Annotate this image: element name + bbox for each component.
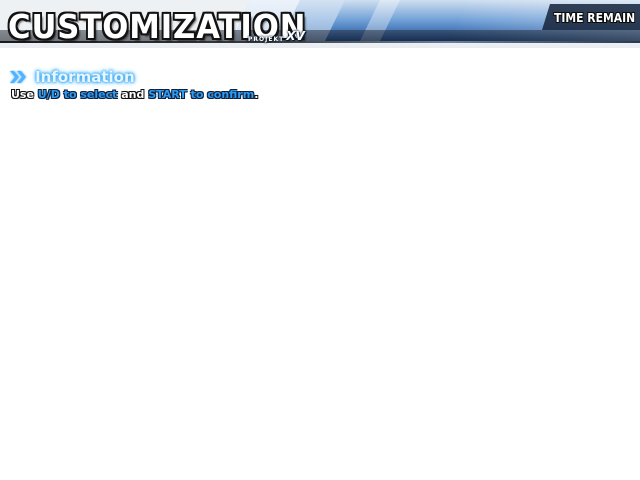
header-bar: CUSTOMIZATION PROJEKT XV TIME REMAIN xyxy=(0,0,640,48)
instruction-word-use: Use xyxy=(11,88,34,101)
instruction-end-punct: . xyxy=(254,88,259,101)
instruction-word-and: and xyxy=(121,88,145,101)
info-heading: Information xyxy=(9,66,135,86)
brand-suffix: XV xyxy=(286,29,305,43)
double-chevron-right-icon xyxy=(10,70,26,83)
info-instruction: Use U/D to select and START to confirm. xyxy=(11,88,258,102)
info-title: Information xyxy=(35,67,135,86)
brand-logo: PROJEKT XV xyxy=(248,24,305,43)
instruction-key-confirm: START to confirm xyxy=(148,88,255,101)
instruction-key-select: U/D to select xyxy=(37,88,118,101)
brand-prefix: PROJEKT xyxy=(248,36,285,43)
time-remain-label: TIME REMAIN xyxy=(553,11,635,25)
